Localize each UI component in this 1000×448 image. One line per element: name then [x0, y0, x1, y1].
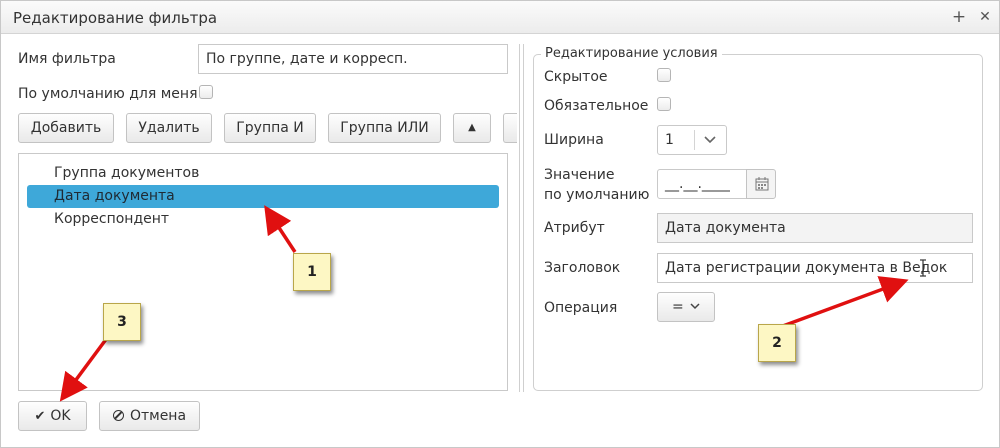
tree-item-document-group[interactable]: Группа документов	[27, 162, 499, 185]
delete-button[interactable]: Удалить	[126, 113, 212, 143]
close-icon[interactable]: ✕	[975, 6, 995, 28]
arrow-up-icon: ▲	[468, 122, 476, 133]
panel-splitter[interactable]	[519, 44, 524, 392]
width-select[interactable]: 1	[657, 125, 727, 155]
cancel-icon	[112, 410, 124, 421]
default-value-label-line1: Значение	[544, 167, 615, 183]
width-label: Ширина	[544, 132, 604, 148]
hidden-checkbox[interactable]	[657, 68, 671, 82]
required-checkbox[interactable]	[657, 97, 671, 111]
operation-label: Операция	[544, 300, 618, 316]
add-button[interactable]: Добавить	[18, 113, 114, 143]
tree-item-document-date[interactable]: Дата документа	[27, 185, 499, 208]
operation-value: =	[672, 299, 684, 315]
default-value-date-input[interactable]: __.__.____	[657, 169, 747, 199]
filter-edit-dialog: Редактирование фильтра + ✕ Имя фильтра П…	[0, 0, 1000, 448]
header-input[interactable]: Дата регистрации документа в Ведок	[657, 253, 973, 283]
header-label: Заголовок	[544, 260, 621, 276]
calendar-button[interactable]	[746, 169, 776, 199]
default-value-label-line2: по умолчанию	[544, 187, 650, 203]
move-up-button[interactable]: ▲	[453, 113, 491, 143]
callout-2: 2	[758, 324, 796, 362]
chevron-down-icon	[704, 136, 716, 144]
operation-dropdown[interactable]: =	[657, 292, 715, 322]
default-for-me-checkbox[interactable]	[199, 85, 213, 99]
condition-tree: Группа документов Дата документа Корресп…	[18, 153, 508, 391]
dialog-title: Редактирование фильтра	[13, 9, 218, 27]
title-bar: Редактирование фильтра + ✕	[1, 1, 999, 34]
hidden-label: Скрытое	[544, 69, 608, 85]
maximize-icon[interactable]: +	[949, 6, 969, 28]
attribute-field: Дата документа	[657, 213, 973, 243]
header-input-value: Дата регистрации документа в Ведок	[665, 260, 948, 276]
text-cursor-icon	[920, 259, 926, 277]
attribute-label: Атрибут	[544, 220, 605, 236]
required-label: Обязательное	[544, 98, 649, 114]
group-or-button[interactable]: Группа ИЛИ	[328, 113, 441, 143]
filter-name-label: Имя фильтра	[18, 51, 116, 67]
default-for-me-label: По умолчанию для меня	[18, 86, 198, 102]
group-and-button[interactable]: Группа И	[224, 113, 316, 143]
width-value: 1	[665, 132, 674, 148]
calendar-icon	[755, 177, 769, 191]
chevron-down-icon	[690, 303, 700, 310]
ok-button[interactable]: ✔ OK	[18, 401, 87, 431]
ok-label: OK	[50, 408, 71, 424]
cancel-button[interactable]: Отмена	[99, 401, 200, 431]
select-divider	[694, 130, 695, 150]
condition-legend: Редактирование условия	[541, 46, 722, 61]
checkmark-icon: ✔	[34, 409, 46, 424]
cancel-label: Отмена	[129, 408, 187, 424]
tree-item-correspondent[interactable]: Корреспондент	[27, 208, 499, 231]
callout-1: 1	[293, 253, 331, 291]
move-down-button-partial[interactable]	[503, 113, 517, 143]
callout-3: 3	[103, 303, 141, 341]
filter-name-input[interactable]: По группе, дате и корресп.	[198, 44, 508, 74]
